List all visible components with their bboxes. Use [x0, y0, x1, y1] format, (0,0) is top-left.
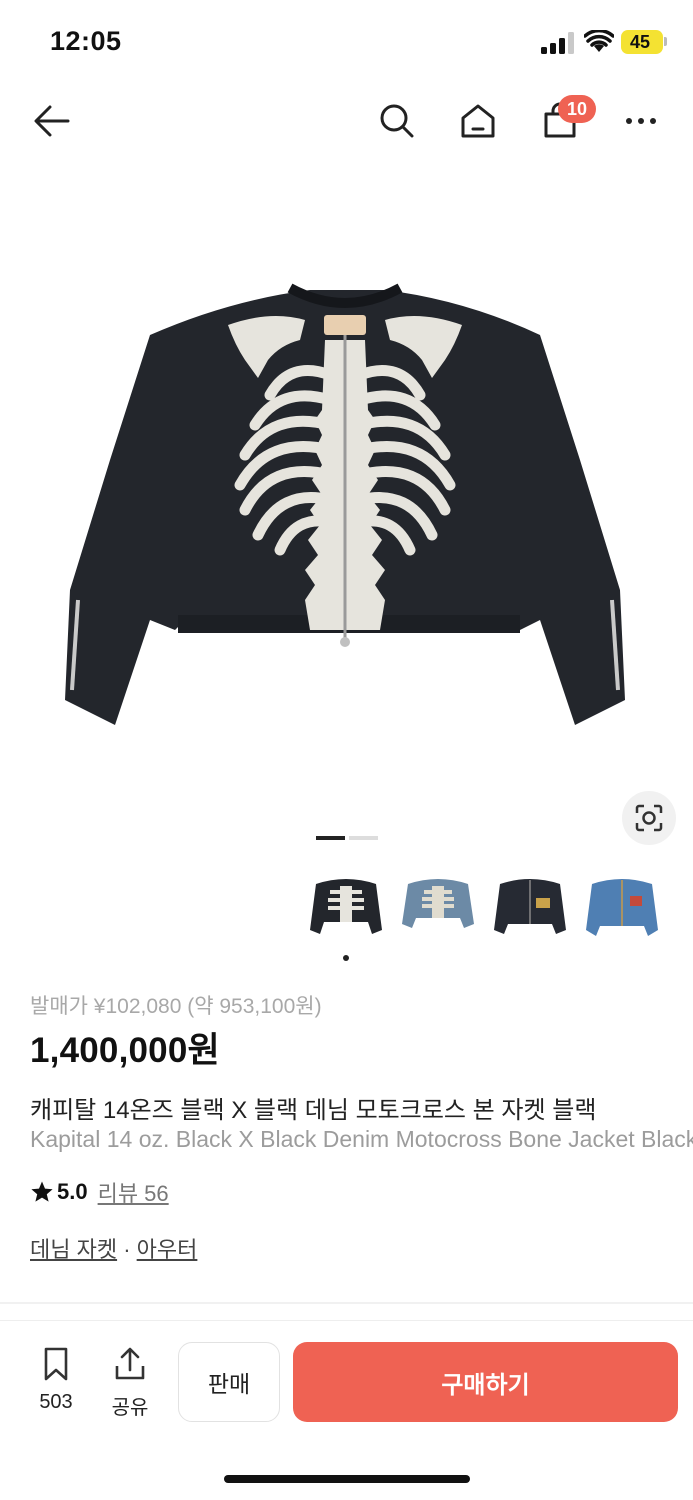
- scan-icon: [635, 804, 663, 832]
- home-icon: [461, 104, 495, 138]
- rating-value: 5.0: [57, 1179, 88, 1204]
- thumbnail-2[interactable]: [398, 870, 478, 944]
- product-title-korean: 캐피탈 14온즈 블랙 X 블랙 데님 모토크로스 본 자켓 블랙: [30, 1097, 597, 1124]
- bookmark-count: 503: [39, 1391, 73, 1413]
- image-pager: [316, 836, 378, 840]
- buy-button[interactable]: 구매하기: [293, 1342, 678, 1422]
- section-divider: [0, 1302, 693, 1304]
- share-button[interactable]: 공유: [104, 1346, 156, 1420]
- share-icon: [115, 1347, 145, 1380]
- share-label: 공유: [111, 1397, 149, 1419]
- back-arrow-icon: [34, 105, 70, 137]
- rating-row: 5.0 리뷰 56: [30, 1177, 169, 1207]
- thumbnail-1[interactable]: [306, 870, 386, 944]
- release-price: 발매가 ¥102,080 (약 953,100원): [30, 995, 322, 1018]
- category-link-outer[interactable]: 아우터: [137, 1237, 198, 1262]
- thumbnail-image: [586, 879, 658, 936]
- home-button[interactable]: [448, 88, 508, 154]
- thumbnail-4[interactable]: [582, 870, 662, 944]
- battery-level: 45: [629, 32, 651, 52]
- cart-count-badge: 10: [558, 95, 596, 123]
- thumbnail-image: [310, 879, 382, 934]
- battery-cap: [664, 37, 667, 46]
- wifi-icon: [584, 30, 614, 52]
- category-link-denim-jacket[interactable]: 데님 자켓: [30, 1237, 117, 1262]
- product-image[interactable]: [0, 160, 693, 810]
- thumbnail-strip: [306, 870, 666, 950]
- signal-icon: [541, 32, 574, 54]
- jacket-illustration: [65, 283, 625, 725]
- more-button[interactable]: [611, 88, 671, 154]
- pager-active: [316, 836, 345, 840]
- bookmark-icon: [44, 1347, 68, 1381]
- thumbnail-image: [402, 879, 474, 928]
- review-link[interactable]: 리뷰 56: [98, 1176, 169, 1208]
- price: 1,400,000원: [30, 1031, 220, 1070]
- category-breadcrumb: 데님 자켓 · 아우터: [30, 1232, 197, 1264]
- battery-icon: 45: [621, 30, 663, 54]
- back-button[interactable]: [22, 88, 82, 154]
- product-title-english: Kapital 14 oz. Black X Black Denim Motoc…: [30, 1126, 693, 1152]
- search-icon: [380, 104, 414, 138]
- more-icon: [626, 118, 656, 124]
- pager-inactive: [349, 836, 378, 840]
- status-bar: 12:05 45: [0, 0, 693, 80]
- category-separator: ·: [117, 1237, 137, 1262]
- bookmark-button[interactable]: 503: [30, 1346, 82, 1414]
- sell-button[interactable]: 판매: [178, 1342, 280, 1422]
- thumbnail-indicator: [343, 955, 349, 961]
- image-search-button[interactable]: [622, 791, 676, 845]
- home-indicator: [224, 1475, 470, 1483]
- status-time: 12:05: [50, 26, 122, 56]
- thumbnail-3[interactable]: [490, 870, 570, 944]
- star-icon: [31, 1181, 53, 1202]
- thumbnail-image: [494, 879, 566, 934]
- search-button[interactable]: [367, 88, 427, 154]
